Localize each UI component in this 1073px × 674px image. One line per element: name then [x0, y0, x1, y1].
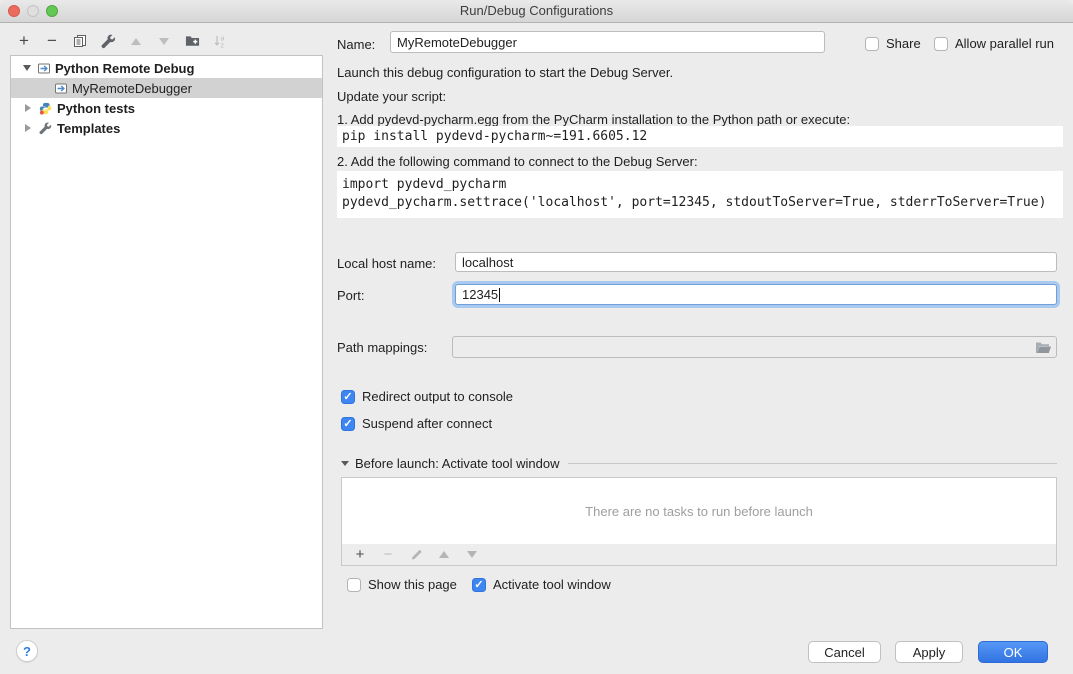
redirect-output-checkbox[interactable]	[341, 390, 355, 404]
activate-tool-window-checkbox[interactable]	[472, 578, 486, 592]
add-task-button[interactable]: +	[352, 547, 368, 563]
tree-item-myremotedebugger[interactable]: MyRemoteDebugger	[11, 78, 322, 98]
before-launch-header[interactable]: Before launch: Activate tool window	[341, 456, 1057, 471]
text-caret	[499, 288, 500, 302]
edit-task-button	[408, 547, 424, 563]
path-mappings-label: Path mappings:	[337, 340, 427, 355]
arrow-up-icon	[439, 551, 449, 558]
apply-button[interactable]: Apply	[895, 641, 963, 663]
activate-tool-window-row[interactable]: Activate tool window	[472, 577, 611, 592]
remote-debug-icon	[53, 82, 68, 95]
copy-icon	[73, 34, 87, 48]
show-this-page-row[interactable]: Show this page	[347, 577, 457, 592]
arrow-up-icon	[131, 38, 141, 45]
suspend-after-connect-row[interactable]: Suspend after connect	[341, 416, 492, 431]
empty-tasks-message: There are no tasks to run before launch	[585, 504, 813, 519]
configurations-tree: Python Remote Debug MyRemoteDebugger Pyt…	[10, 55, 323, 629]
configurations-toolbar: + − a z	[16, 30, 228, 52]
local-host-label: Local host name:	[337, 256, 436, 271]
tasks-toolbar: + −	[341, 544, 1057, 566]
code-import-line: import pydevd_pycharm	[342, 177, 506, 192]
suspend-label: Suspend after connect	[362, 416, 492, 431]
move-up-button	[128, 33, 144, 49]
code-settrace-line: pydevd_pycharm.settrace('localhost', por…	[342, 195, 1046, 210]
instruction-update: Update your script:	[337, 89, 446, 104]
activate-tool-window-label: Activate tool window	[493, 577, 611, 592]
tree-item-label: Python Remote Debug	[55, 61, 194, 76]
new-folder-icon	[185, 34, 200, 48]
collapse-icon[interactable]	[341, 461, 349, 466]
move-task-down-button	[464, 547, 480, 563]
move-down-button	[156, 33, 172, 49]
wrench-icon	[38, 122, 53, 135]
allow-parallel-checkbox[interactable]	[934, 37, 948, 51]
sort-az-icon: a z	[213, 34, 227, 48]
ok-button[interactable]: OK	[978, 641, 1048, 663]
name-label: Name:	[337, 37, 375, 52]
instruction-intro: Launch this debug configuration to start…	[337, 65, 673, 80]
help-question-icon: ?	[23, 644, 31, 659]
share-checkbox-row[interactable]: Share	[865, 36, 921, 51]
show-this-page-checkbox[interactable]	[347, 578, 361, 592]
window-title: Run/Debug Configurations	[0, 0, 1073, 22]
expand-icon[interactable]	[25, 104, 31, 112]
instruction-step2: 2. Add the following command to connect …	[337, 154, 698, 169]
remove-task-button: −	[380, 547, 396, 563]
before-launch-title: Before launch: Activate tool window	[355, 456, 560, 471]
name-value: MyRemoteDebugger	[397, 35, 517, 50]
name-input[interactable]: MyRemoteDebugger	[390, 31, 825, 53]
help-button[interactable]: ?	[16, 640, 38, 662]
add-configuration-button[interactable]: +	[16, 33, 32, 49]
instruction-step1: 1. Add pydevd-pycharm.egg from the PyCha…	[337, 112, 850, 127]
move-task-up-button	[436, 547, 452, 563]
allow-parallel-checkbox-row[interactable]: Allow parallel run	[934, 36, 1054, 51]
local-host-input[interactable]: localhost	[455, 252, 1057, 272]
pencil-icon	[410, 548, 423, 561]
arrow-down-icon	[467, 551, 477, 558]
redirect-output-label: Redirect output to console	[362, 389, 513, 404]
pip-install-code: pip install pydevd-pycharm~=191.6605.12	[337, 126, 1063, 147]
share-checkbox[interactable]	[865, 37, 879, 51]
redirect-output-row[interactable]: Redirect output to console	[341, 389, 513, 404]
collapse-icon[interactable]	[23, 65, 31, 71]
tree-item-label: Python tests	[57, 101, 135, 116]
port-input[interactable]: 12345	[455, 284, 1057, 305]
tree-item-label: Templates	[57, 121, 120, 136]
path-mappings-input[interactable]	[452, 336, 1057, 358]
port-value: 12345	[462, 287, 498, 302]
copy-configuration-button[interactable]	[72, 33, 88, 49]
browse-folder-icon[interactable]	[1035, 341, 1051, 357]
suspend-checkbox[interactable]	[341, 417, 355, 431]
tree-item-templates[interactable]: Templates	[11, 118, 322, 138]
tree-item-label: MyRemoteDebugger	[72, 81, 192, 96]
share-label: Share	[886, 36, 921, 51]
create-folder-button[interactable]	[184, 33, 200, 49]
before-launch-task-list[interactable]: There are no tasks to run before launch	[341, 477, 1057, 545]
port-label: Port:	[337, 288, 364, 303]
wrench-icon	[101, 34, 116, 49]
remote-debug-icon	[36, 62, 51, 75]
svg-text:a: a	[221, 36, 225, 43]
cancel-button[interactable]: Cancel	[808, 641, 881, 663]
settrace-code: import pydevd_pycharm pydevd_pycharm.set…	[337, 171, 1063, 218]
local-host-value: localhost	[462, 255, 513, 270]
tree-item-python-remote-debug[interactable]: Python Remote Debug	[11, 58, 322, 78]
python-icon	[38, 102, 53, 115]
allow-parallel-label: Allow parallel run	[955, 36, 1054, 51]
title-bar: Run/Debug Configurations	[0, 0, 1073, 23]
sort-configurations-button: a z	[212, 33, 228, 49]
svg-text:z: z	[221, 43, 225, 49]
tree-item-python-tests[interactable]: Python tests	[11, 98, 322, 118]
remove-configuration-button[interactable]: −	[44, 33, 60, 49]
arrow-down-icon	[159, 38, 169, 45]
show-this-page-label: Show this page	[368, 577, 457, 592]
expand-icon[interactable]	[25, 124, 31, 132]
edit-defaults-button[interactable]	[100, 33, 116, 49]
section-divider	[568, 463, 1057, 464]
